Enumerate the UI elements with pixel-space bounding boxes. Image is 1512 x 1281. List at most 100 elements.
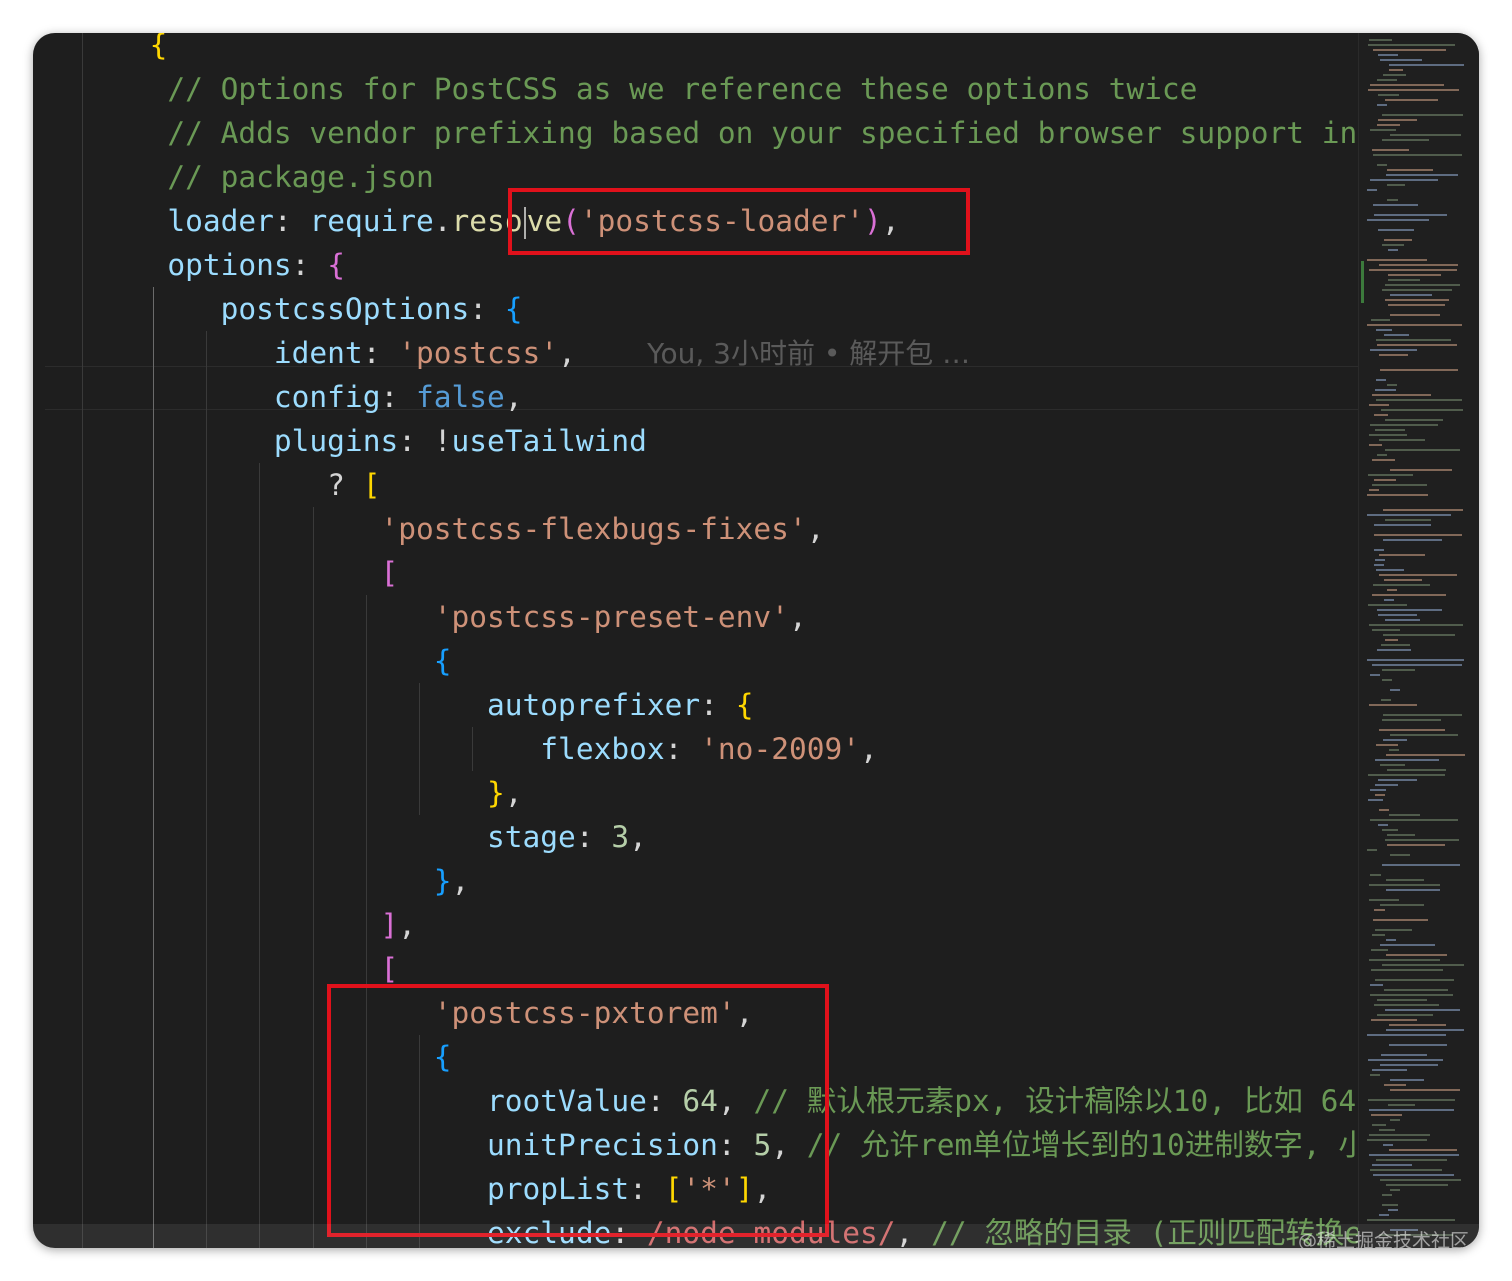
- highlight-box-postcss-loader: [508, 188, 970, 255]
- minimap-line: [1378, 614, 1417, 616]
- code-line[interactable]: ? [: [43, 463, 380, 507]
- minimap-line: [1370, 349, 1417, 351]
- minimap-line: [1370, 984, 1383, 986]
- code-token: :: [575, 820, 612, 854]
- code-token: ,: [504, 380, 523, 414]
- minimap-line: [1390, 1189, 1400, 1191]
- code-token: {: [504, 292, 523, 326]
- minimap-line: [1385, 619, 1420, 621]
- minimap-line: [1374, 479, 1396, 481]
- code-token: 3: [611, 820, 630, 854]
- code-token: autoprefixer: [487, 688, 701, 722]
- code-token: ,: [806, 512, 825, 546]
- minimap-line: [1375, 759, 1439, 761]
- code-line[interactable]: {: [43, 639, 452, 683]
- minimap-line: [1375, 559, 1385, 561]
- minimap-line: [1377, 999, 1427, 1001]
- minimap-line: [1372, 1124, 1386, 1126]
- code-token: options: [167, 248, 292, 282]
- code-line[interactable]: // Adds vendor prefixing based on your s…: [43, 111, 1357, 155]
- minimap-line: [1380, 944, 1435, 946]
- minimap-line: [1390, 1079, 1424, 1081]
- minimap-line: [1387, 589, 1397, 591]
- minimap-line: [1389, 1024, 1446, 1026]
- code-line[interactable]: 'postcss-preset-env',: [43, 595, 807, 639]
- code-line[interactable]: [: [43, 551, 398, 595]
- code-line[interactable]: config: false,: [43, 375, 523, 419]
- minimap-line: [1367, 324, 1462, 326]
- code-token: stage: [487, 820, 576, 854]
- code-line[interactable]: // Options for PostCSS as we reference t…: [43, 67, 1197, 111]
- minimap-line: [1380, 369, 1458, 371]
- minimap-line: [1377, 1014, 1433, 1016]
- code-line[interactable]: },: [43, 859, 470, 903]
- minimap-line: [1370, 1074, 1380, 1076]
- minimap-line: [1382, 669, 1415, 671]
- code-token: ident: [273, 336, 363, 370]
- code-token: // Adds vendor prefixing based on your s…: [167, 116, 1358, 150]
- minimap-line: [1369, 624, 1463, 626]
- minimap-line: [1376, 329, 1392, 331]
- minimap-line: [1388, 304, 1445, 306]
- minimap-line: [1369, 959, 1440, 961]
- minimap-line: [1372, 394, 1431, 396]
- minimap-line: [1387, 384, 1397, 386]
- minimap-line: [1379, 809, 1389, 811]
- minimap-line: [1383, 1144, 1393, 1146]
- code-line[interactable]: // package.json: [43, 155, 433, 199]
- minimap-line: [1370, 994, 1453, 996]
- horizontal-scrollbar[interactable]: [33, 1224, 1479, 1248]
- minimap-line: [1369, 404, 1389, 406]
- minimap-line: [1378, 779, 1417, 781]
- minimap-line: [1371, 1019, 1417, 1021]
- minimap-line: [1379, 574, 1457, 576]
- minimap-line: [1371, 949, 1388, 951]
- minimap-line: [1374, 564, 1384, 566]
- code-line[interactable]: ],: [43, 903, 416, 947]
- minimap-line: [1377, 124, 1400, 126]
- minimap-line: [1368, 1099, 1455, 1101]
- minimap-line: [1381, 409, 1463, 411]
- code-line[interactable]: },: [43, 771, 523, 815]
- code-token: {: [149, 33, 168, 62]
- minimap[interactable]: [1358, 33, 1479, 1248]
- code-token: }: [433, 864, 452, 898]
- code-line[interactable]: flexbox: 'no-2009',: [43, 727, 877, 771]
- minimap-line: [1374, 909, 1385, 911]
- minimap-line: [1370, 179, 1438, 181]
- minimap-line: [1373, 919, 1428, 921]
- minimap-line: [1389, 1044, 1447, 1046]
- code-token: // Options for PostCSS as we reference t…: [167, 72, 1198, 106]
- highlight-box-postcss-pxtorem: [327, 984, 829, 1237]
- code-line[interactable]: {: [43, 33, 168, 67]
- code-token: ,: [788, 600, 807, 634]
- code-line[interactable]: ident: 'postcss', You, 3小时前 • 解开包 …: [43, 331, 970, 375]
- minimap-line: [1371, 969, 1443, 971]
- minimap-line: [1377, 609, 1442, 611]
- minimap-line: [1387, 844, 1445, 846]
- code-line[interactable]: options: {: [43, 243, 345, 287]
- minimap-line: [1376, 339, 1451, 341]
- minimap-line: [1376, 1159, 1447, 1161]
- minimap-line: [1383, 714, 1462, 716]
- minimap-line: [1369, 434, 1407, 436]
- minimap-line: [1367, 189, 1377, 191]
- code-token: [: [362, 468, 381, 502]
- minimap-line: [1390, 294, 1432, 296]
- minimap-line: [1375, 929, 1412, 931]
- minimap-line: [1378, 229, 1414, 231]
- code-line[interactable]: plugins: !useTailwind: [43, 419, 647, 463]
- minimap-line: [1371, 1114, 1402, 1116]
- minimap-line: [1390, 734, 1458, 736]
- code-token: [: [380, 556, 399, 590]
- code-line[interactable]: postcssOptions: {: [43, 287, 523, 331]
- minimap-line: [1368, 799, 1383, 801]
- watermark: @稀土掘金技术社区: [1297, 1230, 1469, 1248]
- code-line[interactable]: autoprefixer: {: [43, 683, 753, 727]
- minimap-line: [1369, 899, 1399, 901]
- minimap-line: [1382, 719, 1441, 721]
- minimap-line: [1387, 199, 1398, 201]
- code-line[interactable]: stage: 3,: [43, 815, 647, 859]
- code-token: ]: [380, 908, 399, 942]
- code-line[interactable]: 'postcss-flexbugs-fixes',: [43, 507, 824, 551]
